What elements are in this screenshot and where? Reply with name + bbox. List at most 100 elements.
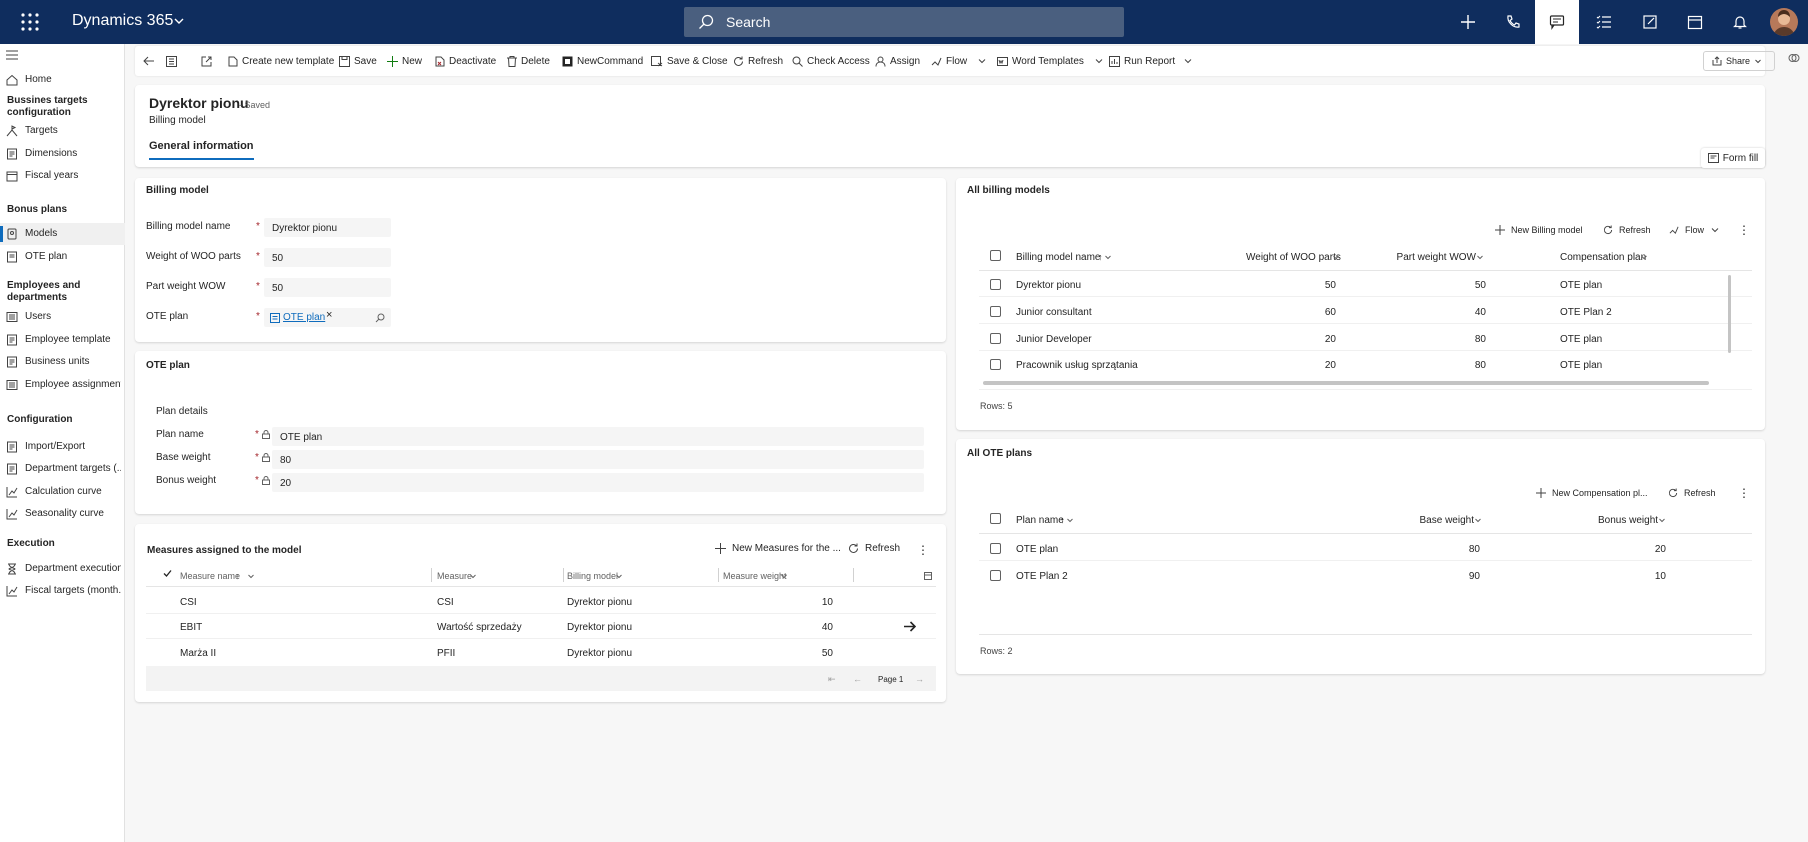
billing-model-link[interactable]: Junior Developer bbox=[1016, 334, 1092, 345]
column-header[interactable]: Base weight bbox=[1418, 515, 1474, 526]
new-measure-button[interactable]: New Measures for the ... bbox=[715, 543, 841, 554]
measure-name-cell[interactable]: CSI bbox=[180, 597, 197, 608]
compose-icon[interactable] bbox=[1628, 0, 1672, 44]
nav-item-employee-assignment[interactable]: Employee assignment bbox=[0, 374, 125, 396]
phone-icon[interactable] bbox=[1491, 0, 1535, 44]
app-name[interactable]: Dynamics 365 bbox=[72, 12, 173, 30]
share-button[interactable]: Share bbox=[1703, 51, 1776, 71]
open-new-window-button[interactable] bbox=[201, 46, 216, 76]
column-header[interactable]: Billing model name bbox=[1016, 252, 1101, 263]
deactivate-button[interactable]: Deactivate bbox=[435, 46, 496, 76]
row-checkbox[interactable] bbox=[990, 279, 1001, 290]
chat-icon[interactable] bbox=[1535, 0, 1579, 44]
delete-button[interactable]: Delete bbox=[507, 46, 550, 76]
column-header[interactable]: Measure bbox=[437, 571, 472, 581]
chevron-down-icon[interactable] bbox=[615, 572, 623, 580]
new-billing-model-button[interactable]: New Billing model bbox=[1495, 225, 1583, 235]
newcommand-button[interactable]: NewCommand bbox=[562, 46, 643, 76]
chevron-down-icon[interactable] bbox=[780, 572, 788, 580]
nav-item-users[interactable]: Users bbox=[0, 306, 125, 328]
column-header[interactable]: Plan name bbox=[1016, 515, 1064, 526]
more-options-icon[interactable]: ⋮ bbox=[1738, 223, 1750, 237]
nav-item-dimensions[interactable]: Dimensions bbox=[0, 143, 125, 165]
row-checkbox[interactable] bbox=[990, 570, 1001, 581]
plan-name-link[interactable]: OTE Plan 2 bbox=[1016, 571, 1068, 582]
tab-general-information[interactable]: General information bbox=[149, 140, 254, 160]
compensation-plan-link[interactable]: OTE plan bbox=[1560, 360, 1602, 371]
copilot-icon[interactable] bbox=[1788, 52, 1800, 64]
nav-item-employee-template[interactable]: Employee template bbox=[0, 329, 125, 351]
woo-weight-field[interactable]: 50 bbox=[264, 248, 391, 267]
nav-item-models[interactable]: Models bbox=[0, 223, 125, 245]
assign-button[interactable]: Assign bbox=[875, 46, 920, 76]
chevron-down-icon[interactable] bbox=[469, 572, 477, 580]
nav-item-fiscal-targets[interactable]: Fiscal targets (month... bbox=[0, 580, 125, 602]
chevron-down-icon[interactable] bbox=[1476, 253, 1484, 261]
form-fill-button[interactable]: Form fill bbox=[1701, 148, 1765, 168]
bell-icon[interactable] bbox=[1718, 0, 1762, 44]
measure-name-cell[interactable]: EBIT bbox=[180, 622, 202, 633]
column-header[interactable]: Measure weight bbox=[723, 571, 787, 581]
select-all-checkmark-icon[interactable] bbox=[163, 569, 172, 578]
save-button[interactable]: Save bbox=[339, 46, 377, 76]
nav-item-business-units[interactable]: Business units bbox=[0, 351, 125, 373]
check-access-button[interactable]: Check Access bbox=[792, 46, 870, 76]
avatar[interactable] bbox=[1770, 8, 1798, 36]
refresh-button[interactable]: Refresh bbox=[848, 543, 900, 554]
chevron-down-icon[interactable] bbox=[1474, 516, 1482, 524]
ote-plan-lookup[interactable]: OTE plan × bbox=[264, 308, 391, 327]
row-checkbox[interactable] bbox=[990, 306, 1001, 317]
column-header[interactable]: Compensation plan bbox=[1560, 252, 1646, 263]
billing-model-name-field[interactable]: Dyrektor pionu bbox=[264, 218, 391, 237]
remove-icon[interactable]: × bbox=[326, 310, 332, 321]
chevron-down-icon[interactable] bbox=[1332, 253, 1340, 261]
form-view-button[interactable] bbox=[166, 46, 181, 76]
row-checkbox[interactable] bbox=[990, 359, 1001, 370]
plus-icon[interactable] bbox=[1446, 0, 1490, 44]
first-page-icon[interactable]: ⇤ bbox=[828, 674, 836, 685]
refresh-button[interactable]: Refresh bbox=[1668, 488, 1716, 498]
row-checkbox[interactable] bbox=[990, 543, 1001, 554]
more-options-icon[interactable]: ⋮ bbox=[917, 543, 929, 557]
chevron-down-icon[interactable] bbox=[247, 572, 255, 580]
more-options-icon[interactable]: ⋮ bbox=[1738, 486, 1750, 500]
chevron-down-icon[interactable] bbox=[1104, 253, 1112, 261]
save-close-button[interactable]: Save & Close bbox=[651, 46, 728, 76]
create-template-button[interactable]: Create new template bbox=[228, 46, 334, 76]
chevron-down-icon[interactable] bbox=[172, 14, 186, 28]
column-header[interactable]: Billing model bbox=[567, 571, 618, 581]
billing-model-link[interactable]: Junior consultant bbox=[1016, 307, 1092, 318]
flow-button[interactable]: Flow bbox=[1669, 225, 1726, 235]
nav-item-targets[interactable]: Targets bbox=[0, 120, 125, 142]
nav-item-department-execution[interactable]: Department execution bbox=[0, 558, 125, 580]
nav-item-fiscal-years[interactable]: Fiscal years bbox=[0, 165, 125, 187]
back-button[interactable] bbox=[143, 46, 159, 76]
word-templates-button[interactable]: Word Templates bbox=[997, 46, 1108, 76]
column-header[interactable]: Measure name bbox=[180, 571, 240, 581]
hamburger-icon[interactable] bbox=[6, 50, 18, 60]
horizontal-scrollbar[interactable] bbox=[983, 381, 1709, 385]
new-compensation-plan-button[interactable]: New Compensation pl... bbox=[1536, 488, 1648, 498]
nav-item-department-targets[interactable]: Department targets (... bbox=[0, 458, 125, 480]
compensation-plan-link[interactable]: OTE plan bbox=[1560, 334, 1602, 345]
nav-item-home[interactable]: Home bbox=[0, 69, 125, 91]
ote-plan-link[interactable]: OTE plan bbox=[283, 313, 325, 323]
nav-item-import-export[interactable]: Import/Export bbox=[0, 436, 125, 458]
wow-weight-field[interactable]: 50 bbox=[264, 278, 391, 297]
chevron-down-icon[interactable] bbox=[1658, 516, 1666, 524]
compensation-plan-link[interactable]: OTE plan bbox=[1560, 280, 1602, 291]
calendar-icon[interactable] bbox=[1673, 0, 1717, 44]
column-settings-icon[interactable] bbox=[924, 572, 932, 580]
column-header[interactable]: Part weight WOW bbox=[1382, 252, 1476, 263]
new-button[interactable]: New bbox=[387, 46, 422, 76]
flow-button[interactable]: Flow bbox=[931, 46, 991, 76]
app-launcher-icon[interactable] bbox=[18, 10, 42, 34]
vertical-scrollbar[interactable] bbox=[1728, 275, 1731, 353]
nav-item-seasonality-curve[interactable]: Seasonality curve bbox=[0, 503, 125, 525]
select-all-checkbox[interactable] bbox=[990, 250, 1001, 261]
nav-item-ote-plan[interactable]: OTE plan bbox=[0, 246, 125, 268]
column-header[interactable]: Bonus weight bbox=[1598, 515, 1658, 526]
compensation-plan-link[interactable]: OTE Plan 2 bbox=[1560, 307, 1612, 318]
arrow-right-icon[interactable] bbox=[904, 621, 916, 632]
plan-name-link[interactable]: OTE plan bbox=[1016, 544, 1058, 555]
